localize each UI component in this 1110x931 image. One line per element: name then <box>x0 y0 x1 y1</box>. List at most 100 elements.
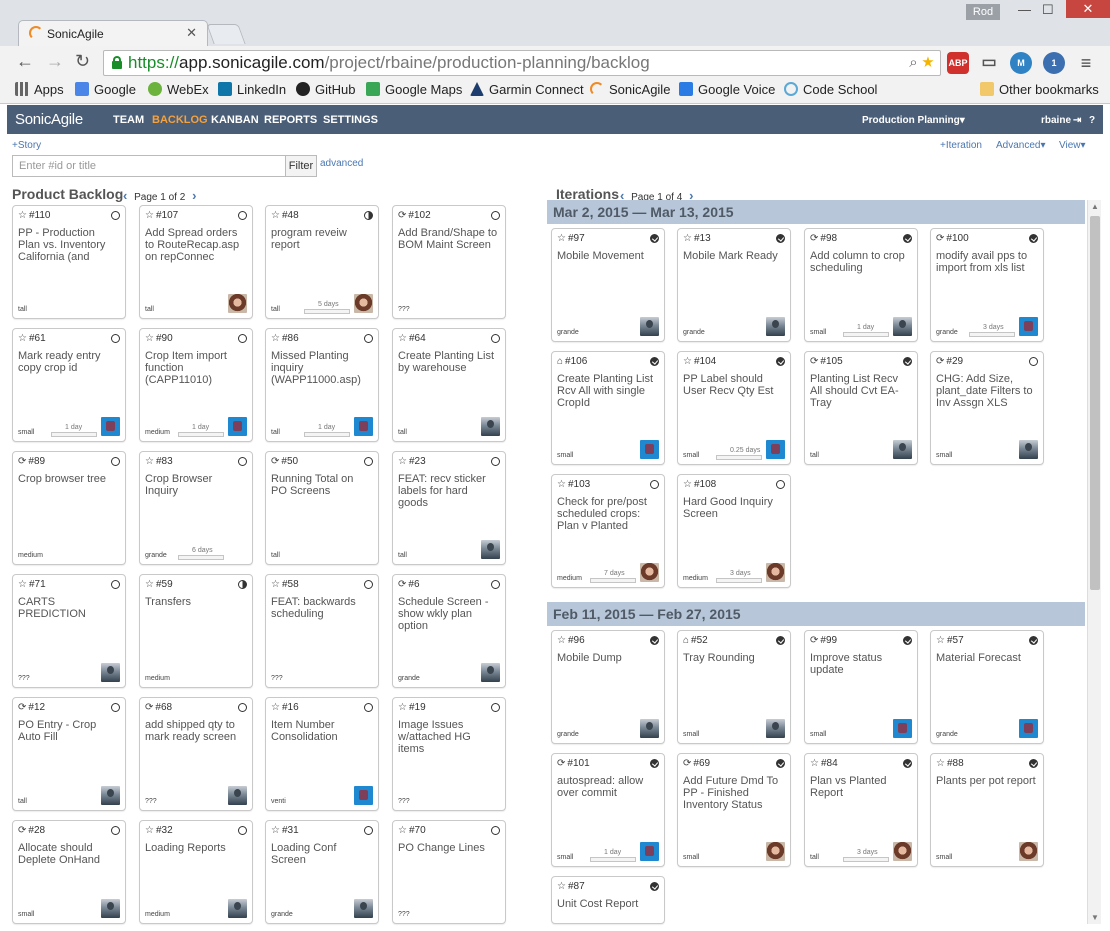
card-id[interactable]: ☆ #13 <box>683 233 711 244</box>
status-icon[interactable] <box>903 636 912 645</box>
status-icon[interactable] <box>364 211 373 220</box>
story-card[interactable]: ⟳ #29 CHG: Add Size, plant_date Filters to… <box>930 351 1044 465</box>
avatar[interactable] <box>766 563 785 582</box>
view-menu[interactable]: View▾ <box>1059 140 1086 151</box>
card-number[interactable]: #61 <box>29 333 46 344</box>
card-number[interactable]: #102 <box>408 210 430 221</box>
avatar[interactable] <box>766 317 785 336</box>
card-title[interactable]: Mobile Mark Ready <box>683 250 784 262</box>
next-page-icon[interactable]: › <box>192 188 196 203</box>
avatar[interactable] <box>101 786 120 805</box>
card-id[interactable]: ☆ #103 <box>557 479 590 490</box>
card-id[interactable]: ☆ #90 <box>145 333 173 344</box>
card-id[interactable]: ☆ #107 <box>145 210 178 221</box>
status-icon[interactable] <box>364 334 373 343</box>
card-id[interactable]: ☆ #84 <box>810 758 838 769</box>
other-bookmarks[interactable]: Other bookmarks <box>980 82 1099 97</box>
status-icon[interactable] <box>650 480 659 489</box>
story-card[interactable]: ⟳ #50 Running Total on PO Screens tall <box>265 451 379 565</box>
card-number[interactable]: #64 <box>409 333 426 344</box>
card-title[interactable]: Loading Conf Screen <box>271 842 372 866</box>
status-icon[interactable] <box>491 703 500 712</box>
card-id[interactable]: ☆ #86 <box>271 333 299 344</box>
card-title[interactable]: Add Spread orders to RouteRecap.asp on r… <box>145 227 246 263</box>
story-card[interactable]: ⟳ #98 Add column to crop scheduling small 1 … <box>804 228 918 342</box>
card-number[interactable]: #70 <box>409 825 426 836</box>
status-icon[interactable] <box>1029 636 1038 645</box>
card-id[interactable]: ⟳ #99 <box>810 635 837 646</box>
scroll-down-icon[interactable]: ▼ <box>1091 913 1099 922</box>
card-number[interactable]: #84 <box>821 758 838 769</box>
story-card[interactable]: ☆ #61 Mark ready entry copy crop id small 1 … <box>12 328 126 442</box>
card-title[interactable]: Crop Item import function (CAPP11010) <box>145 350 246 386</box>
status-icon[interactable] <box>238 826 247 835</box>
card-title[interactable]: modify avail pps to import from xls list <box>936 250 1037 274</box>
story-card[interactable]: ☆ #83 Crop Browser Inquiry grande 6 days <box>139 451 253 565</box>
card-title[interactable]: add shipped qty to mark ready screen <box>145 719 246 743</box>
card-title[interactable]: Mobile Movement <box>557 250 658 262</box>
story-card[interactable]: ⟳ #101 autospread: allow over commit small 1… <box>551 753 665 867</box>
story-card[interactable]: ☆ #90 Crop Item import function (CAPP11010… <box>139 328 253 442</box>
status-icon[interactable] <box>364 703 373 712</box>
avatar[interactable] <box>1019 440 1038 459</box>
story-card[interactable]: ☆ #58 FEAT: backwards scheduling??? <box>265 574 379 688</box>
card-title[interactable]: FEAT: backwards scheduling <box>271 596 372 620</box>
story-card[interactable]: ☆ #97 Mobile Movement grande <box>551 228 665 342</box>
card-id[interactable]: ☆ #58 <box>271 579 299 590</box>
address-bar[interactable]: https://app.sonicagile.com/project/rbain… <box>103 50 941 76</box>
avatar[interactable] <box>766 842 785 861</box>
avatar[interactable] <box>481 540 500 559</box>
card-title[interactable]: Hard Good Inquiry Screen <box>683 496 784 520</box>
avatar[interactable] <box>1019 842 1038 861</box>
bookmark-google-voice[interactable]: Google Voice <box>679 82 775 97</box>
avatar[interactable] <box>893 440 912 459</box>
card-id[interactable]: ☆ #57 <box>936 635 964 646</box>
card-number[interactable]: #90 <box>156 333 173 344</box>
card-id[interactable]: ☆ #97 <box>557 233 585 244</box>
card-id[interactable]: ☆ #19 <box>398 702 426 713</box>
avatar[interactable] <box>228 294 247 313</box>
bookmark-code-school[interactable]: Code School <box>784 82 877 97</box>
card-id[interactable]: ☆ #59 <box>145 579 173 590</box>
status-icon[interactable] <box>650 759 659 768</box>
tab-close-icon[interactable]: ✕ <box>186 25 197 41</box>
card-id[interactable]: ☆ #110 <box>18 210 50 221</box>
card-id[interactable]: ⟳ #98 <box>810 233 837 244</box>
status-icon[interactable] <box>111 457 120 466</box>
card-title[interactable]: CARTS PREDICTION <box>18 596 119 620</box>
search-input[interactable]: Enter #id or title <box>12 155 286 177</box>
avatar[interactable] <box>1019 719 1038 738</box>
card-id[interactable]: ☆ #61 <box>18 333 46 344</box>
card-title[interactable]: Mark ready entry copy crop id <box>18 350 119 374</box>
nav-backlog[interactable]: BACKLOG <box>152 114 208 126</box>
scroll-up-icon[interactable]: ▲ <box>1091 202 1099 211</box>
status-icon[interactable] <box>776 480 785 489</box>
card-id[interactable]: ⟳ #101 <box>557 758 590 769</box>
bookmark-webex[interactable]: WebEx <box>148 82 209 97</box>
card-number[interactable]: #68 <box>155 702 172 713</box>
story-card[interactable]: ⟳ #89 Crop browser tree medium <box>12 451 126 565</box>
card-id[interactable]: ☆ #96 <box>557 635 585 646</box>
card-number[interactable]: #19 <box>409 702 426 713</box>
card-number[interactable]: #58 <box>282 579 299 590</box>
card-number[interactable]: #31 <box>282 825 299 836</box>
card-id[interactable]: ☆ #64 <box>398 333 426 344</box>
back-icon[interactable]: ← <box>16 52 34 70</box>
card-title[interactable]: Crop browser tree <box>18 473 119 485</box>
card-number[interactable]: #86 <box>282 333 299 344</box>
add-story-link[interactable]: +Story <box>12 140 41 151</box>
help-icon[interactable]: ? <box>1089 115 1095 126</box>
card-id[interactable]: ⌂ #106 <box>557 356 587 367</box>
card-id[interactable]: ☆ #71 <box>18 579 46 590</box>
card-number[interactable]: #107 <box>156 210 178 221</box>
avatar[interactable] <box>893 317 912 336</box>
card-title[interactable]: CHG: Add Size, plant_date Filters to Inv… <box>936 373 1037 409</box>
card-title[interactable]: Image Issues w/attached HG items <box>398 719 499 755</box>
card-number[interactable]: #16 <box>282 702 299 713</box>
card-number[interactable]: #97 <box>568 233 585 244</box>
story-card[interactable]: ⌂ #52 Tray Rounding small <box>677 630 791 744</box>
story-card[interactable]: ☆ #16 Item Number Consolidation venti <box>265 697 379 811</box>
status-icon[interactable] <box>1029 759 1038 768</box>
card-number[interactable]: #52 <box>691 635 708 646</box>
avatar[interactable] <box>101 899 120 918</box>
